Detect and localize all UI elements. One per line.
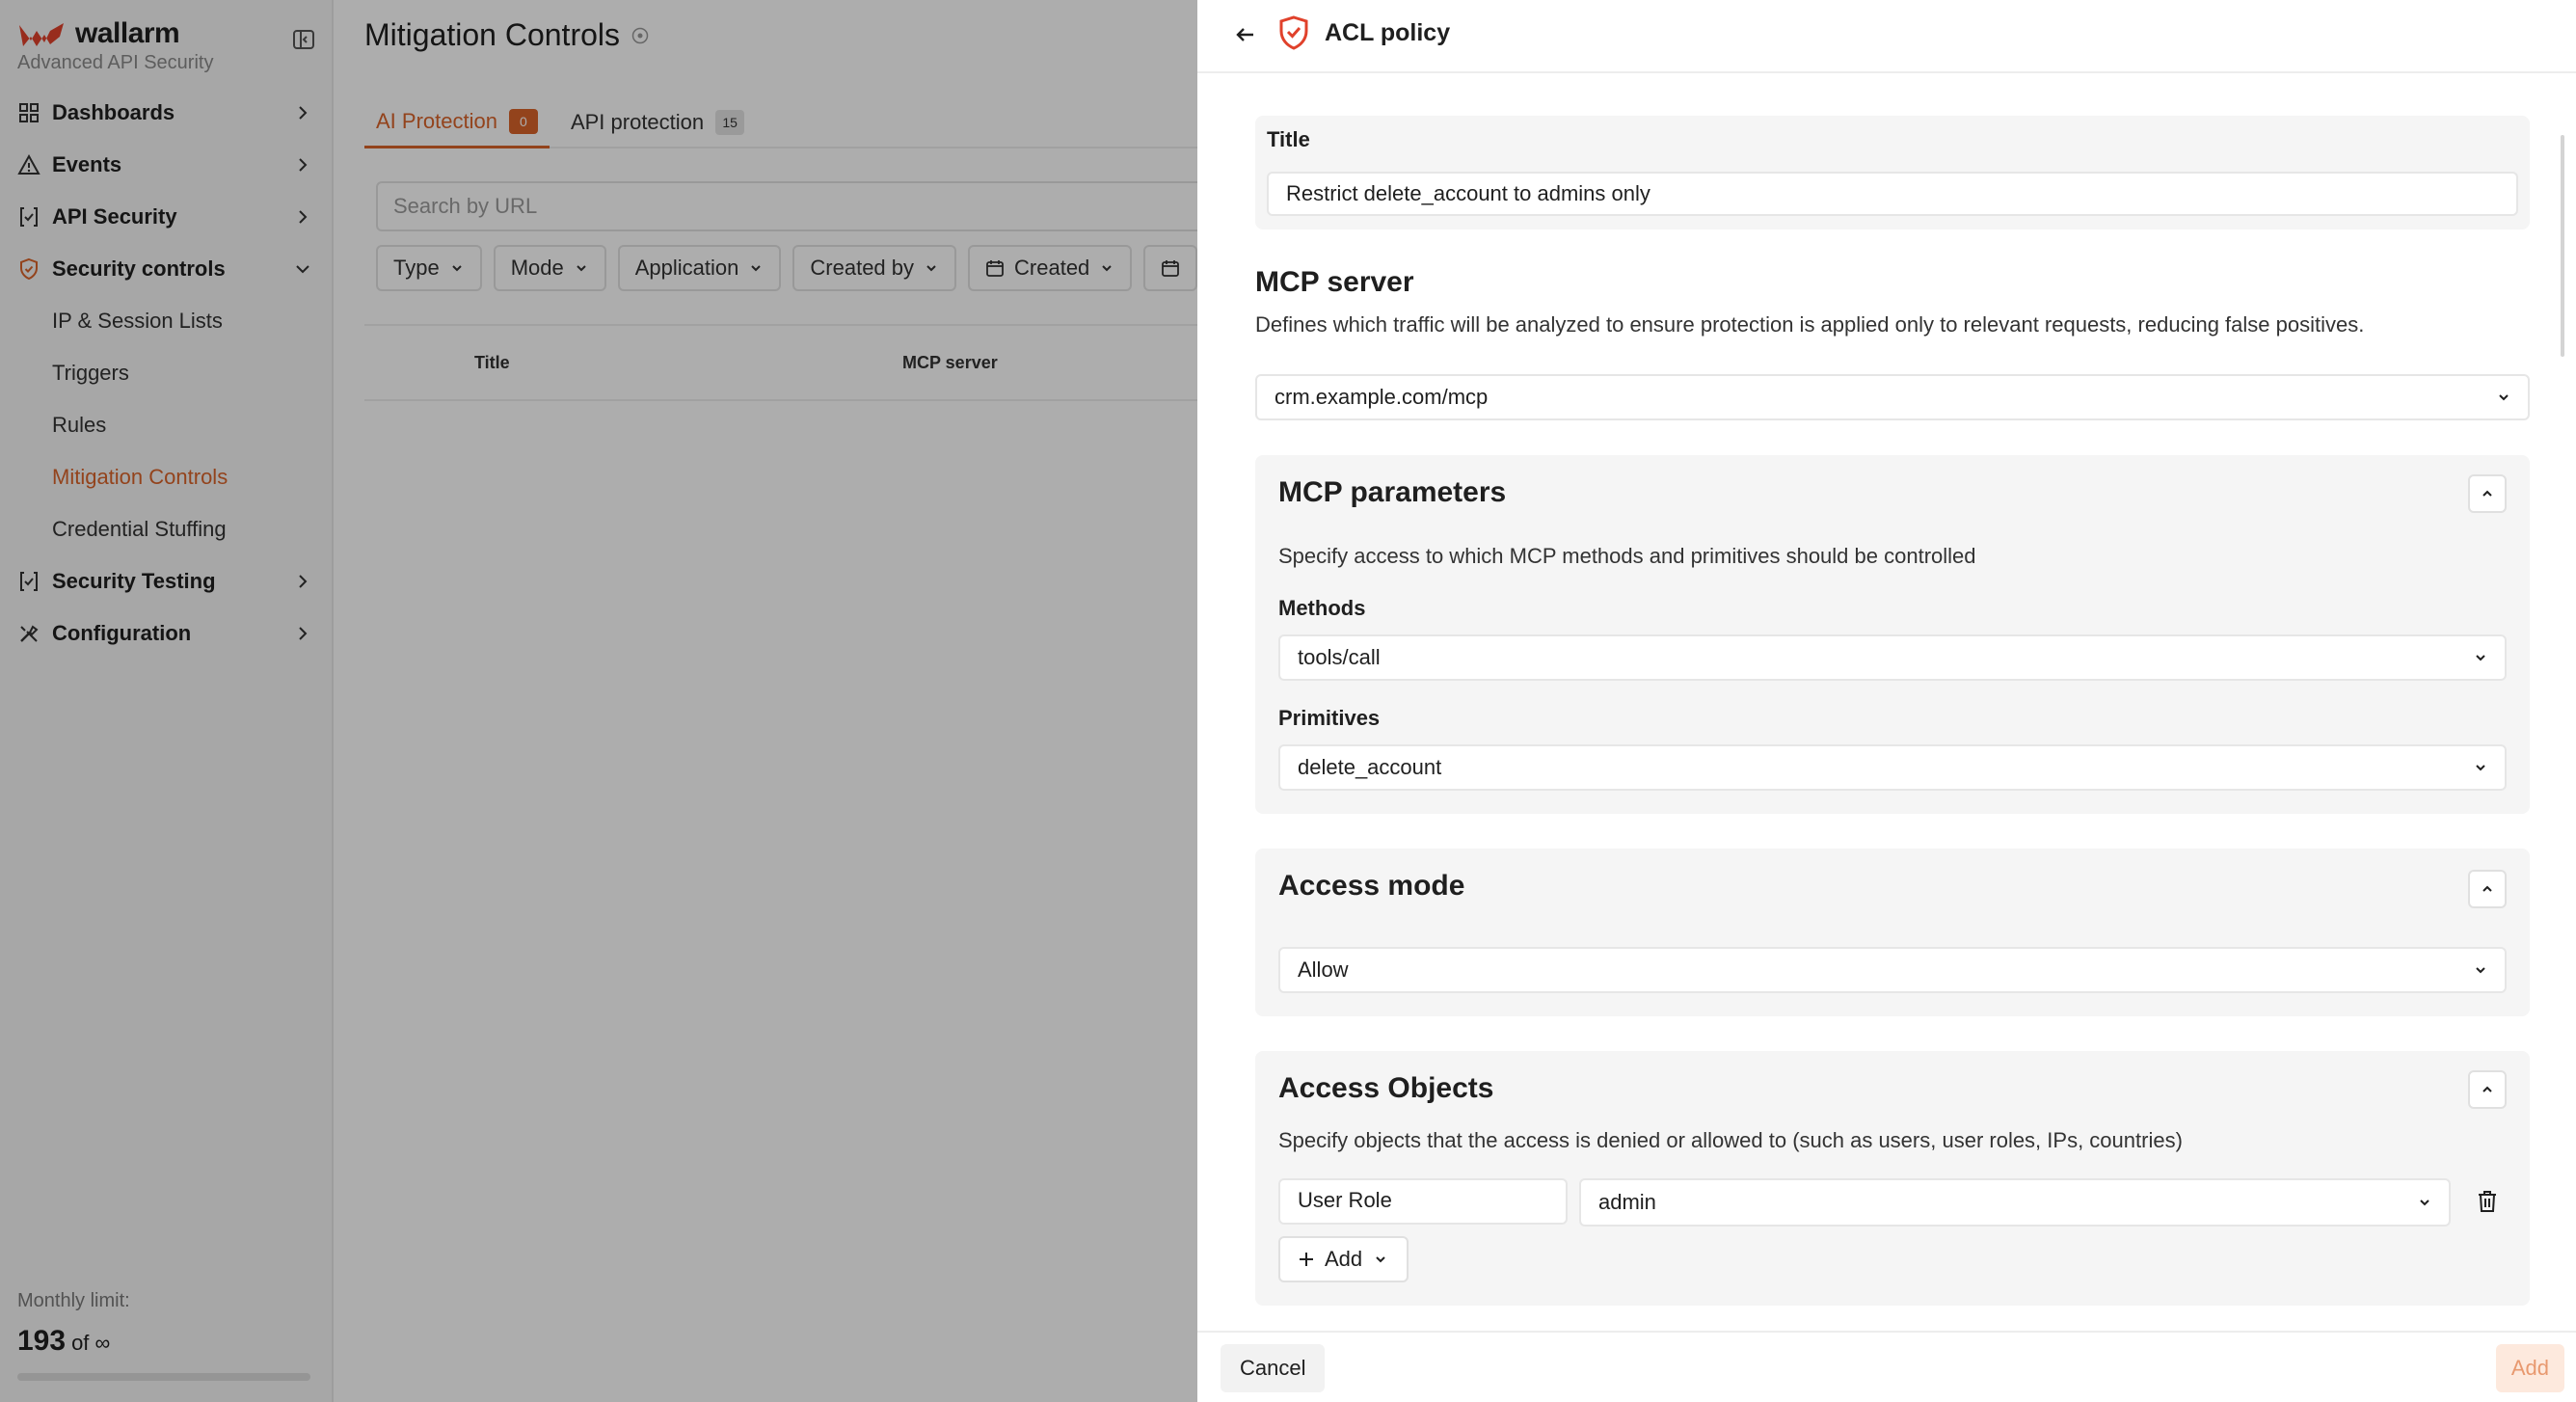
access-mode-select[interactable]: Allow [1278,947,2507,993]
chevron-down-icon [2420,1200,2429,1206]
title-input[interactable]: Restrict delete_account to admins only [1267,172,2518,216]
back-arrow-icon[interactable] [1232,21,1259,48]
mcp-server-value: crm.example.com/mcp [1275,385,1489,409]
add-object-button[interactable]: Add [1278,1236,1409,1282]
access-objects-description: Specify objects that the access is denie… [1278,1128,2183,1152]
mcp-server-select[interactable]: crm.example.com/mcp [1255,374,2530,420]
access-mode-value: Allow [1298,957,1349,982]
cancel-button[interactable]: Cancel [1221,1344,1326,1392]
access-mode-card: Access mode Allow [1255,849,2530,1016]
plus-icon [1300,1253,1313,1266]
methods-select[interactable]: tools/call [1278,634,2507,681]
access-mode-collapse-button[interactable] [2468,870,2507,908]
title-label: Title [1267,127,1310,151]
chevron-up-icon [2482,1086,2492,1092]
object-value-select[interactable]: admin [1579,1178,2451,1227]
drawer-scrollbar[interactable] [2561,135,2564,357]
drawer-header: ACL policy [1197,0,2576,73]
acl-policy-drawer: ACL policy Title Restrict delete_account… [1197,0,2576,1402]
access-objects-heading: Access Objects [1278,1072,1494,1104]
trash-icon [2479,1191,2496,1212]
chevron-down-icon [1376,1256,1385,1263]
drawer-footer: Cancel Add [1197,1331,2576,1402]
delete-object-button[interactable] [2468,1178,2507,1225]
chevron-down-icon [2499,394,2509,401]
access-objects-card: Access Objects Specify objects that the … [1255,1051,2530,1306]
modal-overlay[interactable] [0,0,1197,1402]
shield-icon [1279,15,1308,50]
methods-label: Methods [1278,596,1366,620]
mcp-parameters-heading: MCP parameters [1278,476,1507,508]
chevron-down-icon [2476,655,2485,661]
access-objects-collapse-button[interactable] [2468,1070,2507,1109]
chevron-up-icon [2482,885,2492,892]
chevron-down-icon [2476,765,2485,771]
mcp-parameters-description: Specify access to which MCP methods and … [1278,544,1976,568]
primitives-select[interactable]: delete_account [1278,744,2507,791]
mcp-parameters-collapse-button[interactable] [2468,474,2507,513]
primitives-value: delete_account [1298,755,1442,779]
chevron-up-icon [2482,490,2492,497]
drawer-title: ACL policy [1325,19,1451,46]
title-card: Title Restrict delete_account to admins … [1255,116,2530,229]
add-button[interactable]: Add [2495,1344,2564,1392]
object-value: admin [1598,1190,1656,1214]
mcp-server-heading: MCP server [1255,266,1414,298]
methods-value: tools/call [1298,645,1381,669]
mcp-server-description: Defines which traffic will be analyzed t… [1255,312,2365,337]
primitives-label: Primitives [1278,706,1381,730]
mcp-parameters-card: MCP parameters Specify access to which M… [1255,455,2530,814]
object-type-field[interactable]: User Role [1278,1178,1568,1225]
chevron-down-icon [2476,967,2485,974]
access-mode-heading: Access mode [1278,870,1465,902]
add-object-label: Add [1325,1247,1363,1271]
